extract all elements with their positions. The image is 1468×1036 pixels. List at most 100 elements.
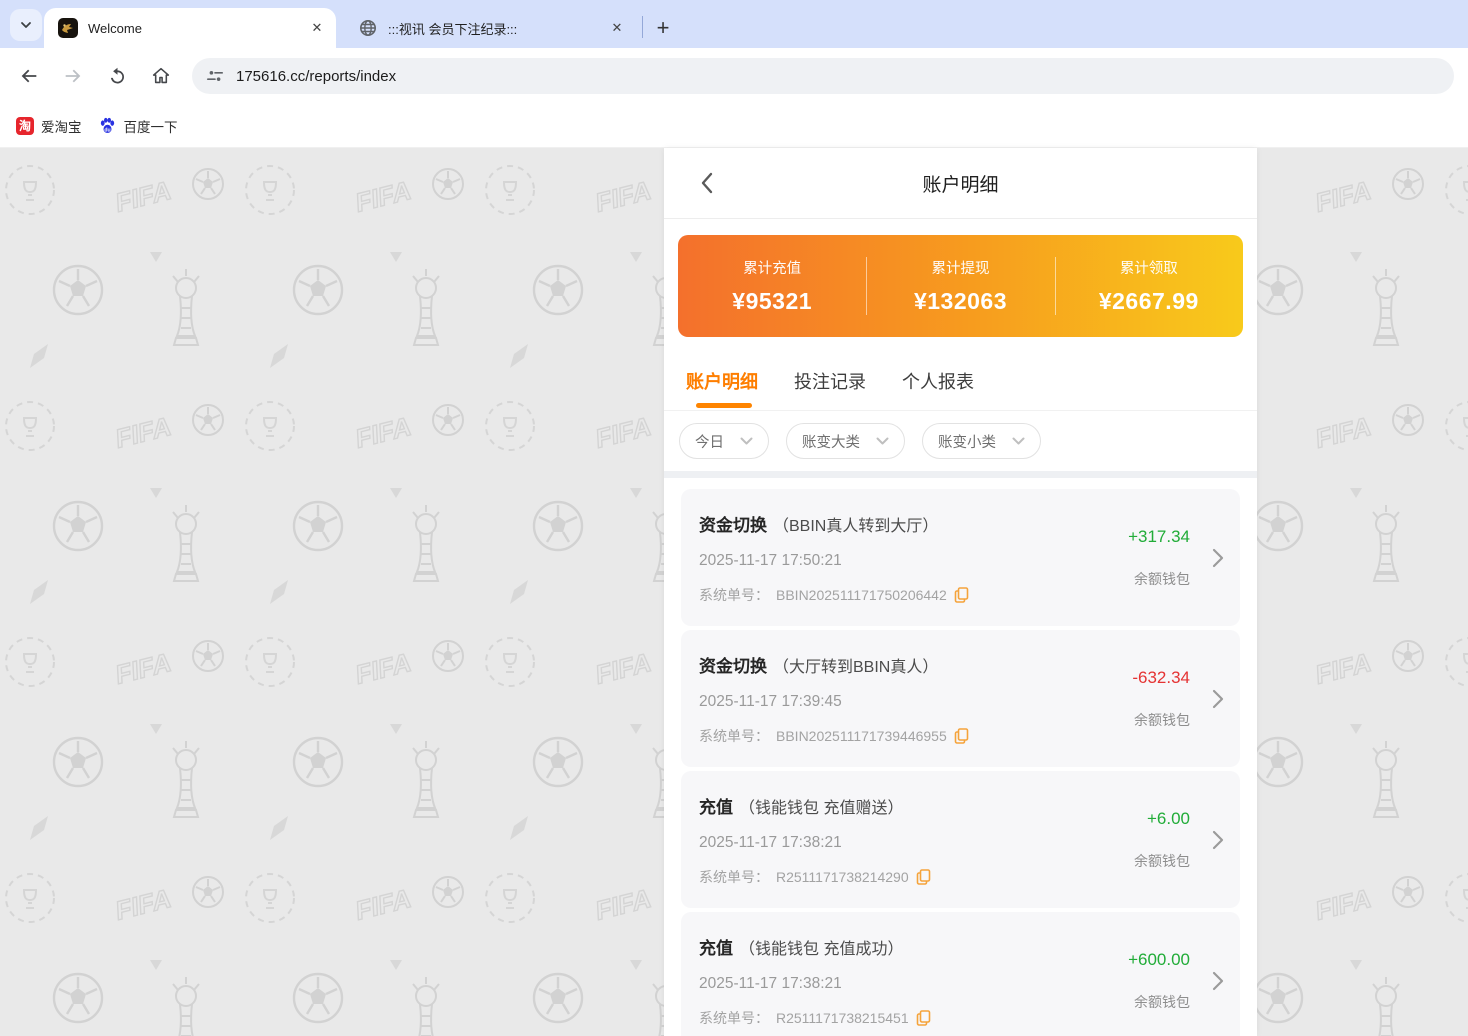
chevron-right-icon[interactable]	[1212, 548, 1224, 568]
site-settings-icon[interactable]	[206, 67, 224, 85]
record-card[interactable]: 资金切换 （大厅转到BBIN真人） 2025-11-17 17:39:45 系统…	[681, 630, 1240, 767]
welcome-favicon-icon	[58, 18, 78, 38]
reload-button[interactable]	[100, 59, 134, 93]
tab-welcome[interactable]: Welcome ✕	[44, 8, 336, 48]
record-amount: -632.34	[1132, 668, 1190, 688]
records-list: 资金切换 （BBIN真人转到大厅） 2025-11-17 17:50:21 系统…	[664, 478, 1257, 1036]
record-subtitle: （钱能钱包 充值赠送）	[739, 794, 903, 818]
panel-header: 账户明细	[664, 148, 1257, 219]
reload-icon	[107, 66, 128, 87]
tab-bet-records[interactable]: 投注记录	[794, 368, 866, 394]
summary-total-claimed: 累计领取 ¥2667.99	[1055, 235, 1243, 337]
back-arrow-icon	[18, 65, 40, 87]
record-amount: +600.00	[1128, 950, 1190, 970]
taobao-icon: 淘	[16, 117, 34, 135]
forward-arrow-icon	[62, 65, 84, 87]
browser-toolbar: 175616.cc/reports/index	[0, 48, 1468, 104]
bookmark-label: 爱淘宝	[41, 116, 82, 136]
chevron-down-icon	[876, 437, 889, 446]
forward-button[interactable]	[56, 59, 90, 93]
record-subtitle: （BBIN真人转到大厅）	[773, 512, 938, 536]
record-order-label: 系统单号：	[699, 726, 769, 746]
record-amount: +6.00	[1147, 809, 1190, 829]
record-order-number: R2511171738214290	[776, 869, 909, 885]
chevron-down-icon	[1012, 437, 1025, 446]
chevron-down-icon	[740, 437, 753, 446]
copy-icon[interactable]	[916, 869, 931, 885]
url-bar[interactable]: 175616.cc/reports/index	[192, 58, 1454, 94]
summary-card: 累计充值 ¥95321 累计提现 ¥132063 累计领取 ¥2667.99	[678, 235, 1243, 337]
record-datetime: 2025-11-17 17:38:21	[699, 975, 1070, 993]
bookmark-aitaobao[interactable]: 淘 爱淘宝	[16, 116, 82, 136]
filter-date[interactable]: 今日	[679, 423, 769, 459]
record-order-label: 系统单号：	[699, 1008, 769, 1028]
record-order-label: 系统单号：	[699, 867, 769, 887]
summary-label: 累计领取	[1120, 257, 1178, 278]
record-order-label: 系统单号：	[699, 585, 769, 605]
filter-minor-category[interactable]: 账变小类	[922, 423, 1041, 459]
record-type: 充值	[699, 793, 733, 818]
new-tab-button[interactable]: +	[649, 14, 677, 42]
tab-title: Welcome	[88, 21, 300, 36]
record-card[interactable]: 充值 （钱能钱包 充值成功） 2025-11-17 17:38:21 系统单号：…	[681, 912, 1240, 1036]
tab-betting-records[interactable]: :::视讯 会员下注纪录::: ✕	[344, 8, 636, 48]
summary-total-withdraw: 累计提现 ¥132063	[866, 235, 1054, 337]
record-wallet: 余额钱包	[1134, 710, 1190, 730]
tab-personal-report[interactable]: 个人报表	[902, 368, 974, 394]
record-order-number: BBIN202511171750206442	[776, 587, 947, 603]
summary-total-deposit: 累计充值 ¥95321	[678, 235, 866, 337]
active-tab-underline	[696, 403, 752, 408]
filter-major-category[interactable]: 账变大类	[786, 423, 905, 459]
record-type: 资金切换	[699, 652, 767, 677]
summary-value: ¥132063	[914, 288, 1007, 315]
record-card[interactable]: 资金切换 （BBIN真人转到大厅） 2025-11-17 17:50:21 系统…	[681, 489, 1240, 626]
url-text[interactable]: 175616.cc/reports/index	[236, 68, 396, 85]
record-wallet: 余额钱包	[1134, 992, 1190, 1012]
copy-icon[interactable]	[954, 587, 969, 603]
record-card[interactable]: 充值 （钱能钱包 充值赠送） 2025-11-17 17:38:21 系统单号：…	[681, 771, 1240, 908]
tab-search-button[interactable]	[10, 9, 42, 41]
record-wallet: 余额钱包	[1134, 851, 1190, 871]
panel-tab-bar: 账户明细 投注记录 个人报表	[664, 351, 1257, 411]
baidu-paw-icon: du	[98, 116, 117, 135]
copy-icon[interactable]	[954, 728, 969, 744]
record-datetime: 2025-11-17 17:39:45	[699, 693, 1070, 711]
record-order-number: BBIN202511171739446955	[776, 728, 947, 744]
summary-value: ¥95321	[732, 288, 812, 315]
back-button-panel[interactable]	[690, 148, 723, 218]
record-wallet: 余额钱包	[1134, 569, 1190, 589]
filter-label: 今日	[695, 431, 724, 452]
globe-icon	[358, 18, 378, 38]
tab-account-detail[interactable]: 账户明细	[686, 368, 758, 394]
bookmark-baidu[interactable]: du 百度一下	[98, 116, 178, 136]
page-background: FIFA	[0, 148, 1468, 1036]
copy-icon[interactable]	[916, 1010, 931, 1026]
chevron-right-icon[interactable]	[1212, 971, 1224, 991]
summary-label: 累计充值	[743, 257, 801, 278]
filter-label: 账变大类	[802, 431, 860, 452]
filter-row: 今日 账变大类 账变小类	[664, 411, 1257, 471]
tab-divider	[642, 16, 643, 38]
back-button[interactable]	[12, 59, 46, 93]
bookmark-label: 百度一下	[124, 116, 178, 136]
home-button[interactable]	[144, 59, 178, 93]
home-icon	[150, 65, 172, 87]
bookmarks-bar: 淘 爱淘宝 du 百度一下	[0, 104, 1468, 148]
close-tab-icon[interactable]: ✕	[608, 19, 626, 37]
page-title: 账户明细	[922, 170, 998, 197]
tab-title: :::视讯 会员下注纪录:::	[388, 19, 600, 38]
chevron-right-icon[interactable]	[1212, 830, 1224, 850]
record-subtitle: （钱能钱包 充值成功）	[739, 935, 903, 959]
section-divider	[664, 471, 1257, 478]
record-subtitle: （大厅转到BBIN真人）	[773, 653, 938, 677]
svg-text:du: du	[104, 128, 110, 134]
summary-value: ¥2667.99	[1099, 288, 1199, 315]
record-amount: +317.34	[1128, 527, 1190, 547]
chevron-down-icon	[19, 18, 33, 32]
chevron-right-icon[interactable]	[1212, 689, 1224, 709]
record-datetime: 2025-11-17 17:50:21	[699, 552, 1070, 570]
record-order-number: R2511171738215451	[776, 1010, 909, 1026]
close-tab-icon[interactable]: ✕	[308, 19, 326, 37]
tab-strip: Welcome ✕ :::视讯 会员下注纪录::: ✕ +	[0, 0, 1468, 48]
summary-label: 累计提现	[931, 257, 989, 278]
